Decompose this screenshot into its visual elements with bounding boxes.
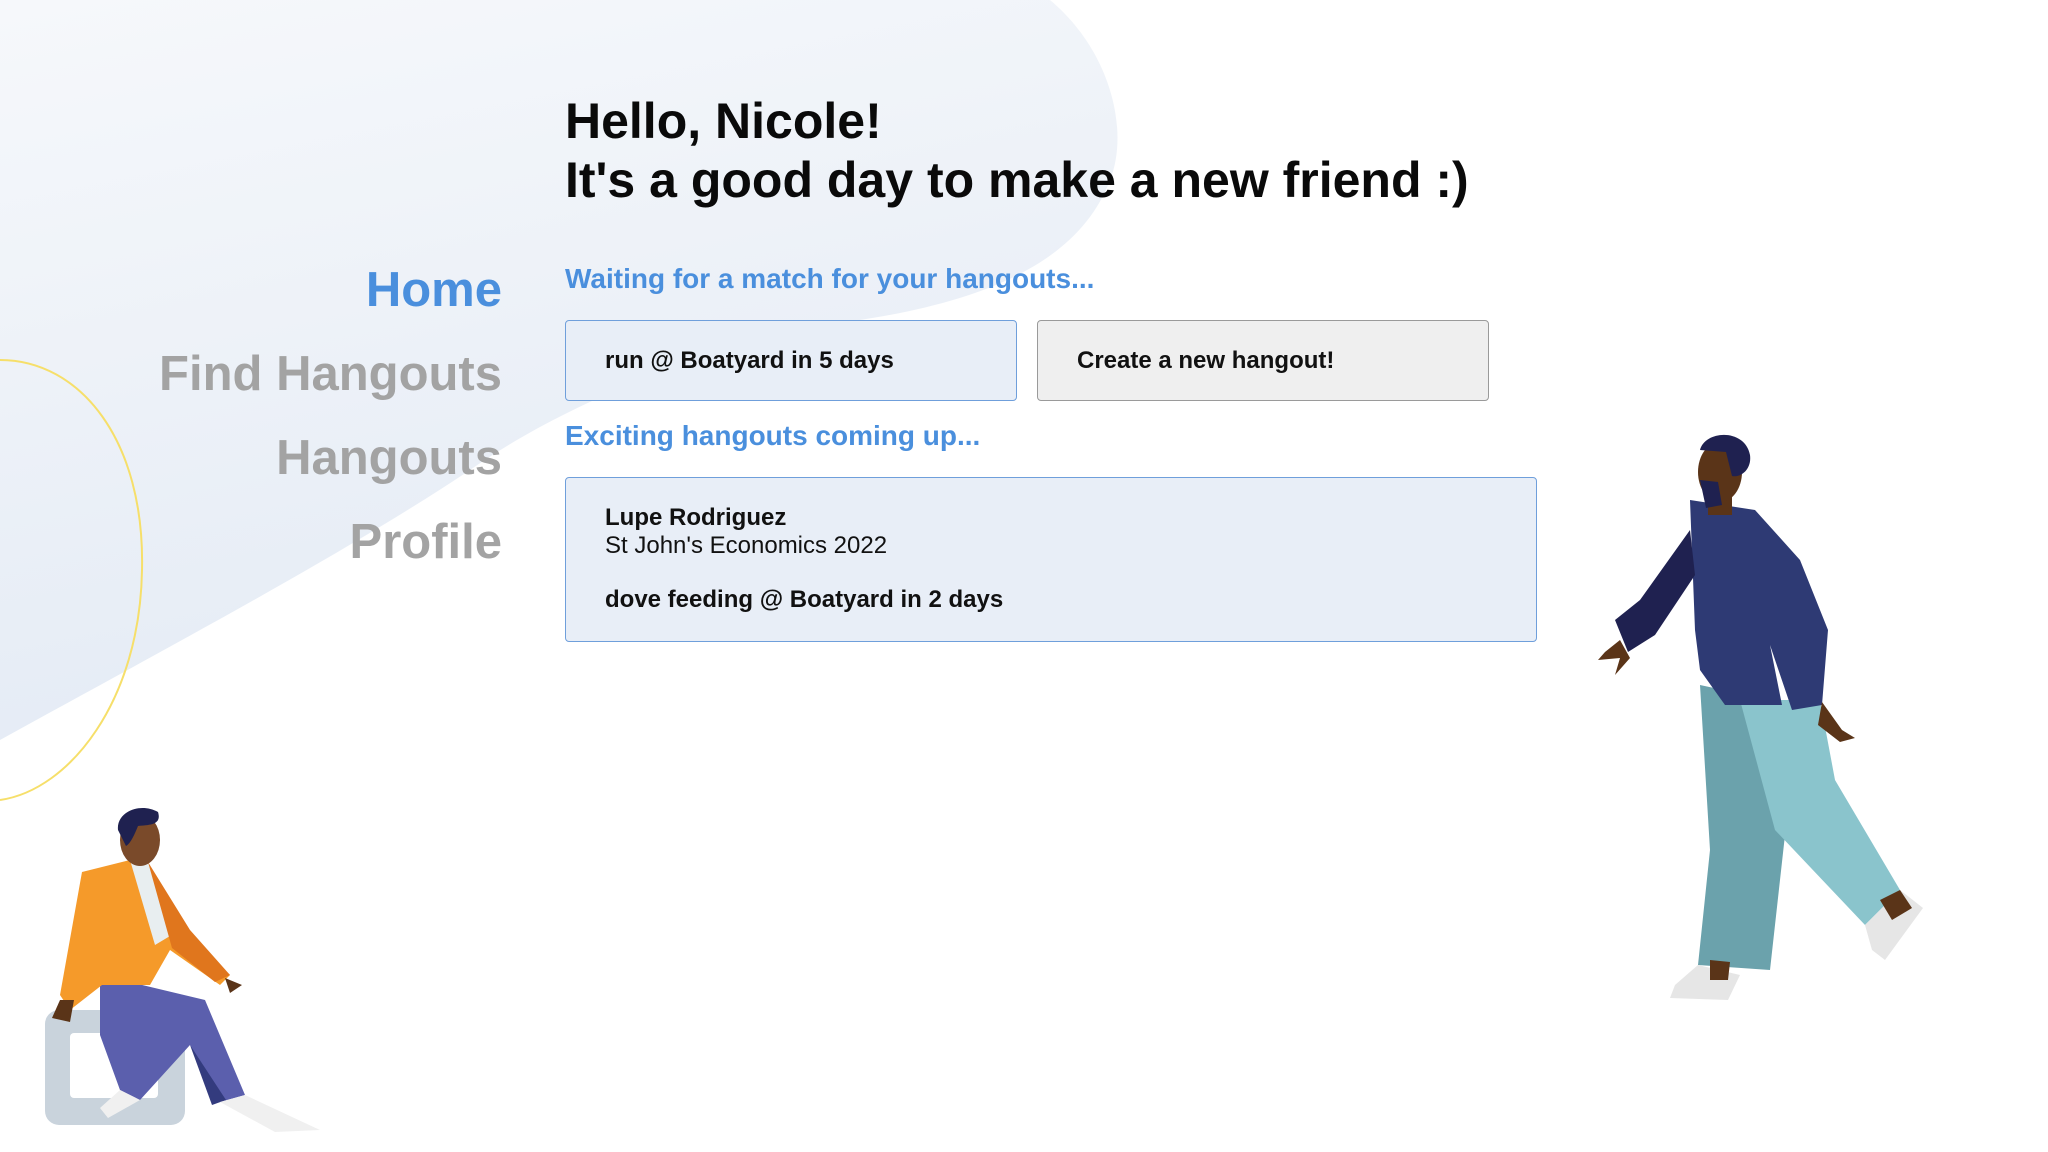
greeting-heading: Hello, Nicole! It's a good day to make a… <box>565 92 1469 210</box>
seated-person-illustration <box>45 808 320 1132</box>
match-detail: St John's Economics 2022 <box>605 532 888 559</box>
home-page: Hello, Nicole! It's a good day to make a… <box>0 0 2048 1152</box>
nav-item-home[interactable]: Home <box>100 248 502 332</box>
create-hangout-label: Create a new hangout! <box>1077 346 1335 374</box>
main-nav: Home Find Hangouts Hangouts Profile <box>100 248 502 584</box>
create-hangout-button[interactable]: Create a new hangout! <box>1037 320 1489 401</box>
upcoming-section-title: Exciting hangouts coming up... <box>565 420 981 451</box>
nav-item-find-hangouts[interactable]: Find Hangouts <box>100 332 502 416</box>
waiting-section-title: Waiting for a match for your hangouts... <box>565 263 1095 294</box>
hangout-activity: dove feeding @ Boatyard in 2 days <box>605 586 1004 613</box>
walking-person-illustration <box>1598 434 1923 1000</box>
pending-hangout-label: run @ Boatyard in 5 days <box>605 346 894 374</box>
upcoming-hangout-card[interactable]: Lupe Rodriguez St John's Economics 2022 … <box>565 477 1537 642</box>
match-name: Lupe Rodriguez <box>605 504 787 531</box>
pending-hangout-card[interactable]: run @ Boatyard in 5 days <box>565 320 1017 401</box>
nav-item-profile[interactable]: Profile <box>100 500 502 584</box>
nav-item-hangouts[interactable]: Hangouts <box>100 416 502 500</box>
greeting-line-2: It's a good day to make a new friend :) <box>565 152 1469 208</box>
greeting-line-1: Hello, Nicole! <box>565 93 882 149</box>
